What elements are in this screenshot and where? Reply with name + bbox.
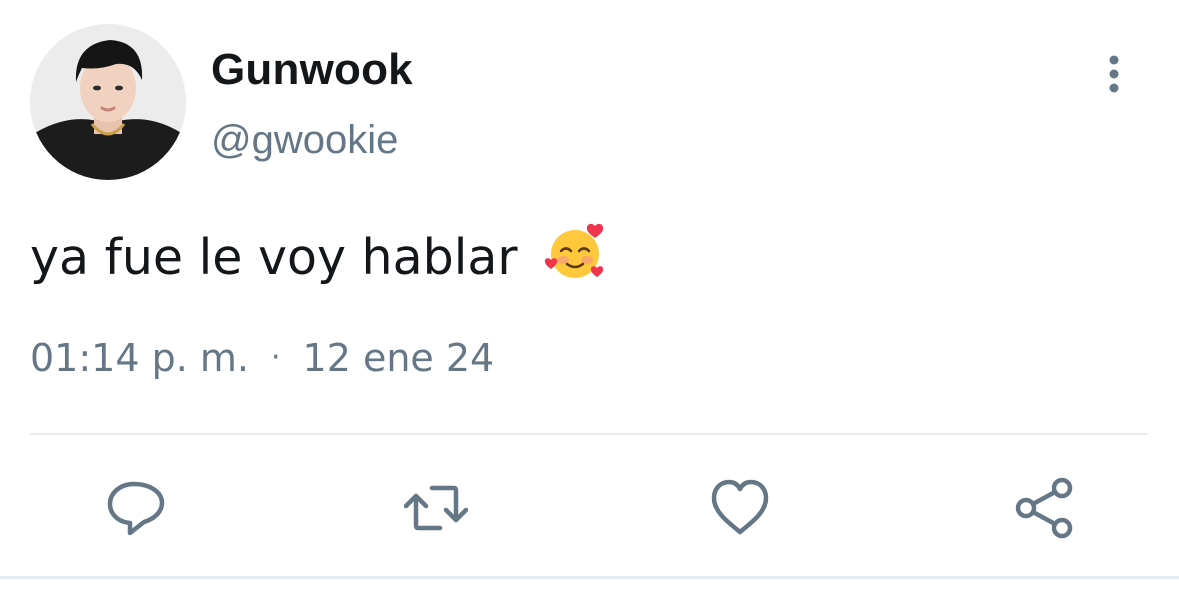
more-options-icon[interactable] bbox=[1092, 52, 1136, 96]
tweet-time: 01:14 p. m. bbox=[30, 336, 249, 380]
share-icon bbox=[1015, 477, 1073, 539]
reply-button[interactable] bbox=[104, 476, 168, 540]
tweet-timestamp[interactable]: 01:14 p. m. · 12 ene 24 bbox=[30, 334, 494, 382]
user-handle[interactable]: @gwookie bbox=[211, 116, 398, 164]
share-button[interactable] bbox=[1012, 476, 1076, 540]
bottom-divider bbox=[0, 576, 1179, 579]
meta-separator: · bbox=[270, 340, 281, 375]
retweet-icon bbox=[403, 485, 469, 531]
divider bbox=[30, 433, 1148, 435]
smiling-face-with-hearts-icon bbox=[543, 220, 607, 284]
tweet-date: 12 ene 24 bbox=[302, 336, 495, 380]
reply-icon bbox=[107, 481, 165, 536]
profile-photo bbox=[30, 24, 186, 180]
tweet-text: ya fue le voy hablar bbox=[30, 220, 607, 288]
avatar[interactable] bbox=[30, 24, 186, 180]
display-name[interactable]: Gunwook bbox=[211, 44, 413, 96]
retweet-button[interactable] bbox=[403, 476, 469, 540]
like-icon bbox=[711, 479, 769, 535]
tweet-text-body: ya fue le voy hablar bbox=[30, 229, 518, 286]
like-button[interactable] bbox=[708, 476, 772, 540]
